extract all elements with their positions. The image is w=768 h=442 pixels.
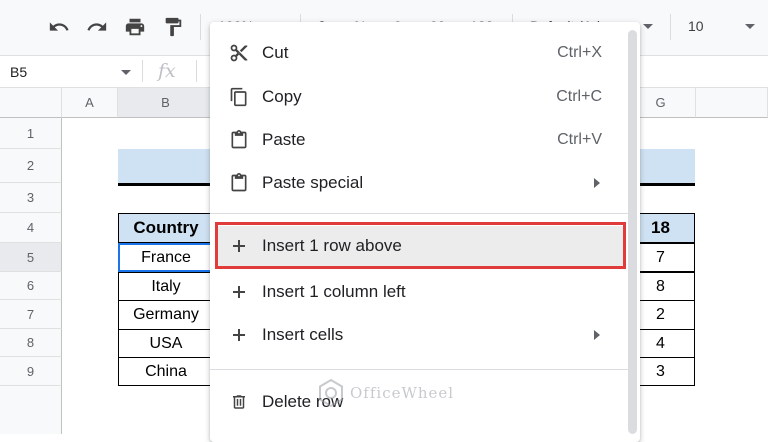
undo-icon[interactable] — [46, 14, 72, 40]
name-box[interactable]: B5 — [10, 64, 27, 80]
print-icon[interactable] — [122, 14, 148, 40]
row-header-3[interactable]: 3 — [0, 183, 62, 213]
table-cell-country[interactable]: Germany — [118, 300, 214, 330]
column-header-a[interactable]: A — [62, 88, 118, 118]
column-header-h[interactable] — [696, 88, 768, 118]
clipboard-icon — [228, 172, 250, 194]
copy-icon — [228, 86, 250, 108]
row-header-7[interactable]: 7 — [0, 300, 62, 329]
menu-item-delete-row[interactable]: Delete row — [210, 382, 628, 422]
row-header-4[interactable]: 4 — [0, 213, 62, 243]
table-header-country[interactable]: Country — [118, 213, 214, 243]
menu-item-shortcut: Ctrl+C — [556, 88, 602, 105]
plus-icon — [228, 281, 250, 303]
row-header-6[interactable]: 6 — [0, 272, 62, 300]
menu-divider — [210, 369, 628, 370]
menu-scrollbar[interactable] — [628, 30, 637, 434]
row-header-8[interactable]: 8 — [0, 329, 62, 357]
row-header-1[interactable]: 1 — [0, 118, 62, 149]
fx-icon: fx — [158, 60, 176, 82]
chevron-right-icon — [594, 178, 600, 188]
menu-item-label: Cut — [262, 43, 289, 62]
table-cell-country[interactable]: Italy — [118, 272, 214, 301]
menu-item-label: Insert 1 column left — [262, 282, 406, 301]
menu-item-shortcut: Ctrl+X — [557, 44, 602, 61]
trash-icon — [228, 391, 250, 413]
row-header-2[interactable]: 2 — [0, 149, 62, 183]
chevron-right-icon — [594, 330, 600, 340]
highlight-box — [215, 222, 626, 269]
menu-item-label: Insert cells — [262, 325, 344, 344]
menu-item-insert-cells[interactable]: Insert cells — [210, 315, 628, 355]
font-size-select[interactable]: 10 — [688, 18, 704, 34]
table-cell-country[interactable]: China — [118, 357, 214, 386]
clipboard-icon — [228, 129, 250, 151]
context-menu: Cut Ctrl+X Copy Ctrl+C Paste Ctrl+V Past… — [210, 22, 640, 442]
scissors-icon — [228, 42, 250, 64]
menu-item-insert-column-left[interactable]: Insert 1 column left — [210, 272, 628, 312]
paint-format-icon[interactable] — [160, 14, 186, 40]
menu-item-label: Copy — [262, 87, 302, 106]
table-cell-country[interactable]: France — [118, 243, 214, 272]
plus-icon — [228, 324, 250, 346]
row-header-blank — [0, 386, 62, 434]
menu-item-copy[interactable]: Copy Ctrl+C — [210, 77, 628, 117]
chevron-down-icon[interactable] — [121, 70, 131, 75]
menu-item-label: Paste special — [262, 173, 364, 192]
menu-item-label: Delete row — [262, 392, 344, 411]
menu-item-shortcut: Ctrl+V — [557, 131, 602, 148]
column-header-b[interactable]: B — [118, 88, 214, 118]
menu-item-cut[interactable]: Cut Ctrl+X — [210, 33, 628, 73]
row-header-9[interactable]: 9 — [0, 357, 62, 386]
chevron-down-icon[interactable] — [745, 24, 755, 29]
chevron-down-icon[interactable] — [643, 24, 653, 29]
row-header-5[interactable]: 5 — [0, 243, 62, 272]
select-all-corner[interactable] — [0, 88, 62, 118]
menu-item-paste-special[interactable]: Paste special — [210, 163, 628, 203]
menu-divider — [210, 213, 628, 214]
redo-icon[interactable] — [84, 14, 110, 40]
menu-item-paste[interactable]: Paste Ctrl+V — [210, 120, 628, 160]
table-cell-country[interactable]: USA — [118, 329, 214, 358]
menu-item-label: Paste — [262, 130, 306, 149]
